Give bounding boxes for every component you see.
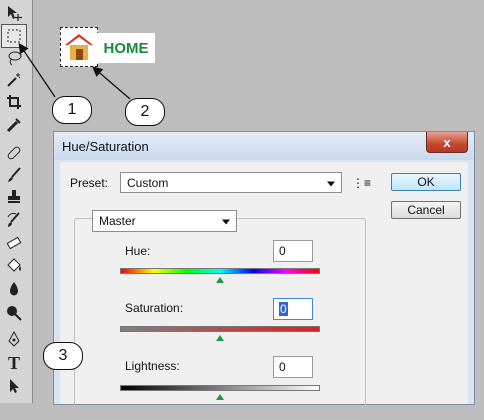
lasso-tool-icon[interactable] [2,47,26,69]
dodge-tool-icon[interactable] [2,302,26,324]
magic-wand-tool-icon[interactable] [2,69,26,91]
ok-button[interactable]: OK [391,173,461,191]
paint-bucket-tool-icon[interactable] [2,255,26,277]
healing-brush-tool-icon[interactable] [2,142,26,164]
cancel-button[interactable]: Cancel [391,201,461,219]
clone-stamp-tool-icon[interactable] [2,186,26,208]
lightness-slider-thumb[interactable] [216,394,224,400]
chevron-down-icon [327,181,335,186]
preset-label: Preset: [70,176,109,190]
saturation-value: 0 [279,302,288,316]
home-label[interactable]: HOME [97,33,155,63]
saturation-slider-track[interactable] [120,326,320,332]
callout-2: 2 [125,98,165,126]
eraser-tool-icon[interactable] [2,232,26,254]
lightness-slider-track[interactable] [120,385,320,391]
close-icon: x [443,134,451,150]
brush-tool-icon[interactable] [2,164,26,186]
rectangular-marquee-tool-icon[interactable] [1,24,27,48]
preset-options-icon[interactable]: ⋮≡ [352,176,371,190]
preset-value: Custom [127,175,169,190]
blur-tool-icon[interactable] [2,278,26,300]
dialog-title: Hue/Saturation [62,139,149,154]
house-icon [65,34,93,60]
home-icon-selection[interactable] [60,27,98,67]
hue-slider-thumb[interactable] [216,277,224,283]
crop-tool-icon[interactable] [2,91,26,113]
chevron-down-icon [222,219,230,225]
type-tool-icon[interactable]: T [2,352,26,374]
hue-saturation-dialog: Hue/Saturation x Preset: Custom ⋮≡ OK Ca… [53,131,475,420]
type-tool-glyph: T [7,352,20,373]
move-tool-icon[interactable] [2,2,26,24]
hue-input[interactable]: 0 [273,240,313,262]
hue-label: Hue: [125,244,151,258]
close-button[interactable]: x [426,132,468,153]
saturation-slider-thumb[interactable] [216,335,224,341]
pen-tool-icon[interactable] [2,328,26,350]
channel-value: Master [99,214,136,228]
tools-panel: T [0,0,33,403]
callout-1: 1 [52,96,92,124]
saturation-label: Saturation: [125,301,184,315]
lightness-label: Lightness: [125,359,180,373]
dialog-titlebar[interactable]: Hue/Saturation x [54,132,474,160]
hue-slider-track[interactable] [120,268,320,274]
history-brush-tool-icon[interactable] [2,209,26,231]
preset-dropdown[interactable]: Custom [120,172,342,193]
dialog-body: Preset: Custom ⋮≡ OK Cancel Master Hue: … [60,162,468,420]
saturation-input[interactable]: 0 [273,298,313,320]
path-selection-tool-icon[interactable] [2,375,26,397]
callout-3: 3 [43,342,83,370]
channel-dropdown[interactable]: Master [92,210,237,232]
lightness-input[interactable]: 0 [273,356,313,378]
eyedropper-tool-icon[interactable] [2,114,26,136]
